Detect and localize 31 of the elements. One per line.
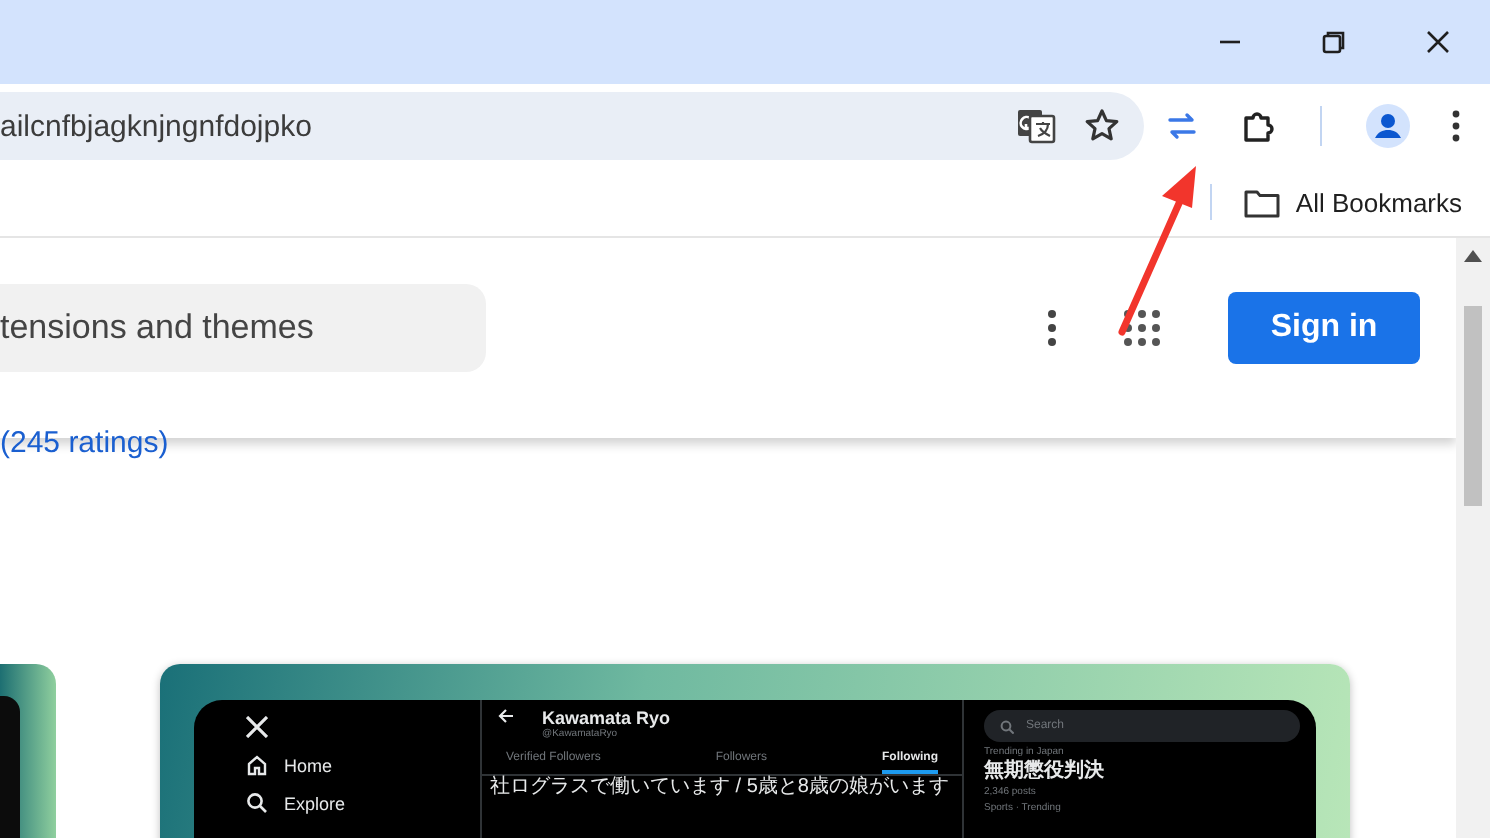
back-arrow-icon[interactable]	[498, 708, 514, 724]
profile-name: Kawamata Ryo	[542, 708, 671, 728]
screenshot-thumbnail[interactable]	[0, 664, 56, 838]
nav-item[interactable]: Home	[246, 754, 480, 776]
restore-icon[interactable]	[1322, 30, 1346, 54]
star-icon[interactable]	[1084, 108, 1120, 144]
bookmark-folder[interactable]: All Bookmarks	[1243, 183, 1462, 221]
translate-icon[interactable]	[1016, 108, 1056, 144]
address-bar[interactable]: ailcnfbjagknjngnfdojpko	[0, 92, 1144, 160]
more-icon[interactable]	[1048, 310, 1056, 346]
search-icon	[1000, 719, 1014, 733]
sign-in-button[interactable]: Sign in	[1228, 292, 1420, 364]
ratings-link[interactable]: (245 ratings)	[0, 426, 169, 460]
avatar-icon[interactable]	[1365, 104, 1410, 148]
scrollbar[interactable]	[1456, 238, 1490, 838]
puzzle-icon[interactable]	[1240, 108, 1277, 144]
scrollbar-thumb[interactable]	[1464, 306, 1482, 506]
url-text: ailcnfbjagknjngnfdojpko	[0, 109, 314, 143]
search-field[interactable]: tensions and themes	[0, 284, 486, 372]
swap-arrows-icon[interactable]	[1165, 112, 1198, 140]
nav-item[interactable]: Explore	[246, 792, 480, 814]
apps-grid-icon[interactable]	[1124, 310, 1160, 346]
close-icon[interactable]	[1426, 30, 1450, 54]
search-icon	[246, 792, 268, 814]
scroll-up-icon[interactable]	[1464, 250, 1482, 262]
folder-icon	[1243, 187, 1280, 217]
home-icon	[246, 754, 268, 776]
x-logo-icon	[246, 716, 268, 738]
more-icon[interactable]	[1452, 110, 1461, 142]
trend-topic[interactable]: 無期懲役判決	[984, 762, 1300, 782]
profile-bio: 社ログラスで働いています / 5歳と8歳の娘がいます	[490, 776, 949, 800]
